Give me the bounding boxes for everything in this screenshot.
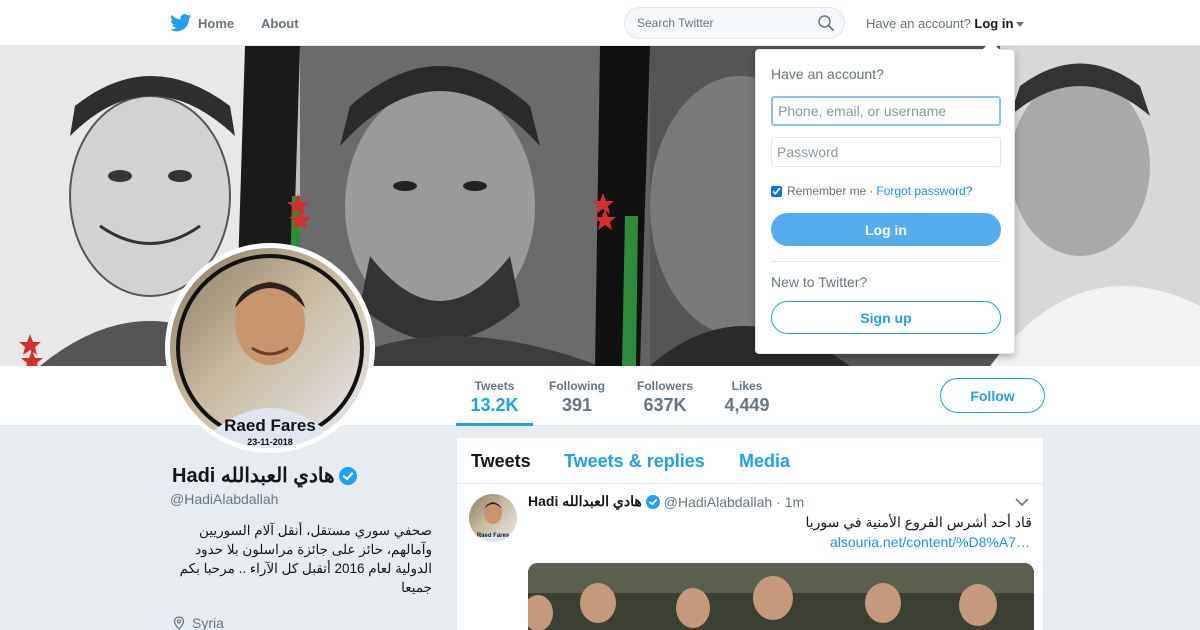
tweet-item[interactable]: Raed Fares Hadi هادي العبدالله @HadiAlab…	[457, 485, 1043, 630]
profile-location: Syria	[172, 615, 224, 630]
tweet-link[interactable]: alsouria.net/content/%D8%A7…	[528, 534, 1030, 550]
stat-followers[interactable]: Followers 637K	[632, 366, 698, 426]
tweet-text: قاد أحد أشرس الفروع الأمنية في سوريا	[805, 514, 1032, 530]
stat-following[interactable]: Following 391	[544, 366, 610, 426]
stat-label: Followers	[636, 379, 693, 393]
top-nav-bar: Home About Search Twitter Have an accoun…	[0, 0, 1200, 46]
stat-label: Tweets	[474, 379, 515, 393]
profile-bio: صحفي سوري مستقل، أنقل آلام السوريين وآما…	[179, 523, 432, 595]
tweet-author-name[interactable]: Hadi هادي العبدالله	[528, 493, 642, 510]
tweet-photo	[528, 563, 1034, 630]
verified-badge-icon	[338, 466, 357, 485]
stat-label: Likes	[731, 379, 763, 393]
tweet-avatar-portrait: Raed Fares	[475, 502, 511, 542]
remember-me-label[interactable]: Remember me	[787, 184, 866, 198]
tweet-header: Hadi هادي العبدالله @HadiAlabdallah · 1m	[528, 493, 804, 510]
stat-likes[interactable]: Likes 4,449	[718, 366, 776, 426]
stat-value: 4,449	[724, 395, 770, 415]
tweet-avatar[interactable]: Raed Fares	[469, 494, 517, 542]
tweet-timestamp[interactable]: · 1m	[776, 494, 804, 510]
twitter-bird-icon	[170, 14, 192, 32]
caret-down-icon[interactable]	[1016, 22, 1025, 28]
tab-media[interactable]: Media	[739, 451, 790, 472]
tweet-avatar-caption: Raed Fares	[477, 533, 510, 539]
signup-button[interactable]: Sign up	[771, 301, 1001, 334]
login-button[interactable]: Log in	[771, 213, 1001, 246]
dropdown-divider	[771, 261, 1001, 262]
nav-about-label: About	[261, 15, 299, 31]
login-toggle-label[interactable]: Log in	[974, 16, 1013, 31]
have-account-text: Have an account?	[866, 16, 971, 31]
verified-badge-icon	[645, 494, 660, 509]
timeline: Tweets Tweets & replies Media Raed Fares…	[456, 437, 1044, 630]
search-box[interactable]: Search Twitter	[624, 7, 845, 39]
tab-tweets-replies[interactable]: Tweets & replies	[564, 451, 705, 472]
login-dropdown-title: Have an account?	[771, 66, 884, 82]
stat-tweets[interactable]: Tweets 13.2K	[456, 366, 533, 426]
login-toggle[interactable]: Have an account? Log in	[866, 16, 1025, 31]
stat-value: 637K	[643, 395, 687, 415]
search-input[interactable]: Search Twitter	[637, 16, 713, 30]
new-to-twitter-text: New to Twitter?	[771, 274, 868, 290]
tweet-author-handle[interactable]: @HadiAlabdallah	[664, 494, 772, 510]
avatar-caption-name: Raed Fares	[224, 416, 316, 435]
nav-home-link[interactable]: Home	[170, 0, 234, 46]
timeline-tabs: Tweets Tweets & replies Media	[457, 438, 1043, 484]
password-field[interactable]	[771, 137, 1001, 167]
stat-value: 13.2K	[470, 395, 519, 415]
follow-button[interactable]: Follow	[940, 378, 1045, 413]
avatar-image: Raed Fares 23-11-2018	[170, 248, 370, 448]
nav-about-link[interactable]: About	[261, 0, 299, 46]
profile-handle[interactable]: @HadiAlabdallah	[170, 491, 278, 507]
stat-value: 391	[561, 395, 593, 415]
separator-dot: ·	[869, 184, 874, 198]
nav-home-label: Home	[198, 15, 235, 31]
tweet-media-image[interactable]	[528, 563, 1034, 630]
profile-name[interactable]: Hadi هادي العبدالله	[172, 463, 357, 488]
forgot-password-link[interactable]: Forgot password?	[876, 184, 972, 198]
chevron-down-icon[interactable]	[1015, 497, 1029, 507]
remember-me-checkbox[interactable]	[771, 185, 782, 197]
stat-label: Following	[549, 379, 605, 393]
tab-tweets[interactable]: Tweets	[471, 451, 531, 472]
login-dropdown: Have an account? Remember me · Forgot pa…	[755, 41, 1015, 354]
search-icon[interactable]	[818, 15, 834, 31]
profile-name-text: Hadi هادي العبدالله	[172, 465, 335, 487]
location-text: Syria	[192, 615, 224, 630]
location-pin-icon	[173, 616, 185, 630]
username-field[interactable]	[771, 96, 1001, 126]
profile-avatar[interactable]: Raed Fares 23-11-2018	[165, 243, 375, 453]
remember-row: Remember me · Forgot password?	[771, 184, 972, 198]
avatar-caption-date: 23-11-2018	[247, 437, 293, 447]
